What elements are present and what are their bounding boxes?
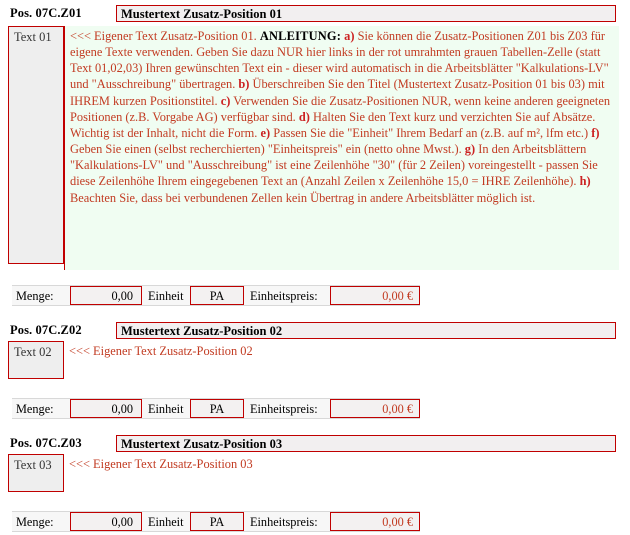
position-label-z03: Pos. 07C.Z03 — [10, 436, 82, 450]
einheit-label-z01: Einheit — [148, 289, 184, 303]
menge-value-z03: 0,00 — [111, 515, 133, 529]
menge-field-z03[interactable]: 0,00 — [70, 512, 142, 531]
position-label-z02: Pos. 07C.Z02 — [10, 323, 82, 337]
text-cell-label-z02: Text 02 — [14, 345, 52, 359]
text-cell-label-z01: Text 01 — [14, 30, 52, 44]
text-input-cell-z01[interactable]: Text 01 — [8, 26, 64, 264]
menge-value-z01: 0,00 — [111, 289, 133, 303]
einheit-label-z02: Einheit — [148, 402, 184, 416]
position-title-z02: Mustertext Zusatz-Position 02 — [121, 324, 283, 338]
instruction-text-z02: <<< Eigener Text Zusatz-Position 02 — [69, 344, 253, 358]
einheit-label-z03: Einheit — [148, 515, 184, 529]
position-title-box-z01[interactable]: Mustertext Zusatz-Position 01 — [116, 5, 616, 22]
menge-strip-z02: Menge: 0,00 Einheit PA Einheitspreis: 0,… — [12, 398, 420, 419]
einheitspreis-field-z02[interactable]: 0,00 € — [330, 399, 420, 418]
einheitspreis-label-z03: Einheitspreis: — [250, 515, 318, 529]
einheit-field-z02[interactable]: PA — [190, 399, 244, 418]
menge-value-z02: 0,00 — [111, 402, 133, 416]
position-label-z01: Pos. 07C.Z01 — [10, 6, 82, 20]
einheit-value-z02: PA — [209, 402, 225, 416]
menge-label-z02: Menge: — [16, 402, 54, 416]
einheitspreis-field-z03[interactable]: 0,00 € — [330, 512, 420, 531]
form-sheet: Pos. 07C.Z01 Mustertext Zusatz-Position … — [0, 0, 630, 535]
position-title-z03: Mustertext Zusatz-Position 03 — [121, 437, 283, 451]
position-title-z01: Mustertext Zusatz-Position 01 — [121, 7, 283, 21]
position-header-z03: Pos. 07C.Z03 Mustertext Zusatz-Position … — [0, 435, 630, 454]
einheit-field-z01[interactable]: PA — [190, 286, 244, 305]
menge-field-z01[interactable]: 0,00 — [70, 286, 142, 305]
instruction-text-z01: <<< Eigener Text Zusatz-Position 01. ANL… — [64, 26, 619, 270]
einheit-value-z03: PA — [209, 515, 225, 529]
menge-strip-z01: Menge: 0,00 Einheit PA Einheitspreis: 0,… — [12, 285, 420, 306]
einheitspreis-label-z02: Einheitspreis: — [250, 402, 318, 416]
einheit-field-z03[interactable]: PA — [190, 512, 244, 531]
instruction-text-z03: <<< Eigener Text Zusatz-Position 03 — [69, 457, 253, 471]
menge-strip-z03: Menge: 0,00 Einheit PA Einheitspreis: 0,… — [12, 511, 420, 532]
einheitspreis-value-z03: 0,00 € — [382, 515, 413, 529]
einheitspreis-value-z01: 0,00 € — [382, 289, 413, 303]
text-input-cell-z02[interactable]: Text 02 — [8, 341, 64, 379]
position-title-box-z03[interactable]: Mustertext Zusatz-Position 03 — [116, 435, 616, 452]
menge-label-z01: Menge: — [16, 289, 54, 303]
einheitspreis-value-z02: 0,00 € — [382, 402, 413, 416]
text-cell-label-z03: Text 03 — [14, 458, 52, 472]
position-header-z01: Pos. 07C.Z01 Mustertext Zusatz-Position … — [0, 5, 630, 24]
text-input-cell-z03[interactable]: Text 03 — [8, 454, 64, 492]
position-header-z02: Pos. 07C.Z02 Mustertext Zusatz-Position … — [0, 322, 630, 341]
menge-field-z02[interactable]: 0,00 — [70, 399, 142, 418]
position-title-box-z02[interactable]: Mustertext Zusatz-Position 02 — [116, 322, 616, 339]
menge-label-z03: Menge: — [16, 515, 54, 529]
einheitspreis-label-z01: Einheitspreis: — [250, 289, 318, 303]
einheit-value-z01: PA — [209, 289, 225, 303]
einheitspreis-field-z01[interactable]: 0,00 € — [330, 286, 420, 305]
